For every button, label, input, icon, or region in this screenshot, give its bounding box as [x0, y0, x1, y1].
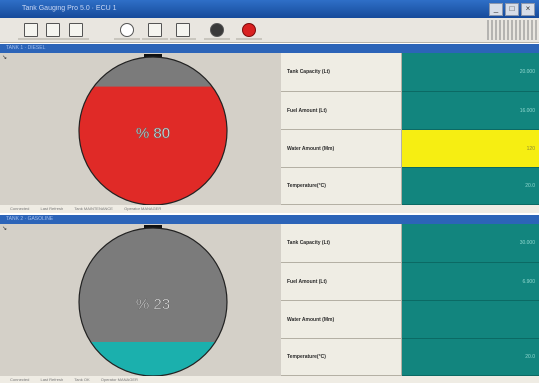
new-page-icon: [46, 23, 60, 37]
tank2-percent: % 23: [136, 296, 170, 313]
status-item: Tank MAINTENANCE: [74, 206, 113, 211]
expand-icon: [148, 23, 162, 37]
tank1-header: TANK 1 · DIESEL: [0, 44, 539, 53]
status-item: Operator MANAGER: [124, 206, 162, 211]
tank1-status-bar: Connected Last Refresh Tank MAINTENANCE …: [0, 205, 539, 213]
settings-button[interactable]: [204, 21, 230, 40]
tank2-fuel-value: 6.900: [402, 263, 539, 301]
tank1-temp-label: Temperature(°C): [281, 168, 402, 205]
report-button[interactable]: [170, 21, 196, 40]
status-item: Connected: [10, 206, 30, 211]
gear-icon: [210, 23, 224, 37]
tank2-temp-value: 20.0: [402, 339, 539, 376]
tank2-temp-label: Temperature(°C): [281, 339, 402, 376]
tank1-temp-value: 20.0: [402, 168, 539, 205]
title-bar: Tank Gauging Pro 5.0 · ECU 1 _ □ ×: [0, 0, 539, 18]
tank2-capacity-label: Tank Capacity (Lt): [281, 224, 402, 263]
close-button[interactable]: ×: [521, 3, 535, 16]
open-button[interactable]: [18, 21, 44, 40]
status-item: Connected: [10, 377, 30, 382]
tank1-capacity-label: Tank Capacity (Lt): [281, 53, 402, 92]
tank2-status-bar: Connected Last Refresh Tank OK Operator …: [0, 376, 539, 383]
search-button[interactable]: [114, 21, 140, 40]
stop-icon: [242, 23, 256, 37]
status-item: Operator MANAGER: [100, 377, 138, 382]
tank2-water-value: [402, 301, 539, 339]
status-item: Last Refresh: [40, 206, 64, 211]
tank1-gauge-area: ↘ % 80: [0, 53, 281, 206]
tank1-fuel-value: 16.000: [402, 92, 539, 130]
window-controls: _ □ ×: [489, 3, 535, 16]
tank1-water-label: Water Amount (Mm): [281, 130, 402, 168]
tank1-water-value: 120: [402, 130, 539, 168]
vendor-logo: [487, 20, 537, 40]
window-title: Tank Gauging Pro 5.0 · ECU 1: [22, 5, 117, 12]
new-button[interactable]: [40, 21, 66, 40]
tank1-fill-level: [79, 86, 227, 205]
tank2-gauge: % 23: [78, 225, 228, 377]
tank1-gauge: % 80: [78, 54, 228, 206]
tank2-header: TANK 2 · GASOLINE: [0, 215, 539, 224]
tank2-info-table: Tank Capacity (Lt) 30.000 Fuel Amount (L…: [281, 224, 539, 376]
search-icon: [120, 23, 134, 37]
tank1-info-table: Tank Capacity (Lt) 20.000 Fuel Amount (L…: [281, 53, 539, 205]
open-folder-icon: [24, 23, 38, 37]
status-item: Last Refresh: [40, 377, 64, 382]
minimize-button[interactable]: _: [489, 3, 503, 16]
toolbar: [0, 18, 539, 43]
tank2-fill-level: [79, 341, 227, 376]
tank2-fuel-label: Fuel Amount (Lt): [281, 263, 402, 301]
tank2-water-label: Water Amount (Mm): [281, 301, 402, 339]
ruler-icon: [69, 23, 83, 37]
tank1-percent: % 80: [136, 125, 170, 142]
tank2-gauge-area: ↘ % 23: [0, 224, 281, 377]
status-item: Tank OK: [74, 377, 90, 382]
calibrate-button[interactable]: [63, 21, 89, 40]
expand-button[interactable]: [142, 21, 168, 40]
stop-button[interactable]: [236, 21, 262, 40]
maximize-button[interactable]: □: [505, 3, 519, 16]
tank1-fuel-label: Fuel Amount (Lt): [281, 92, 402, 130]
tank2-capacity-value: 30.000: [402, 224, 539, 263]
tank1-capacity-value: 20.000: [402, 53, 539, 92]
document-icon: [176, 23, 190, 37]
